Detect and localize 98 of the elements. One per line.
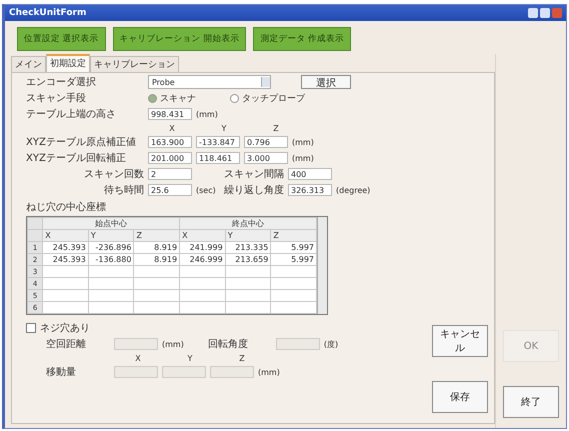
input-field[interactable]: -133.847 bbox=[196, 136, 240, 148]
field-label: 待ち時間 bbox=[103, 184, 144, 197]
input-field[interactable]: 163.900 bbox=[148, 136, 192, 148]
table-cell bbox=[180, 278, 226, 290]
input-field[interactable]: 998.431 bbox=[148, 108, 192, 120]
table-cell bbox=[134, 290, 180, 302]
input-field[interactable]: 118.461 bbox=[196, 152, 240, 164]
radio-icon[interactable] bbox=[148, 94, 157, 102]
axis-label: Y bbox=[220, 124, 228, 132]
field-label: XYZテーブル回転補正 bbox=[26, 152, 127, 165]
action-button[interactable]: 終了 bbox=[503, 386, 559, 418]
table-cell: 8.919 bbox=[134, 242, 180, 254]
unit-label: (mm) bbox=[162, 340, 184, 348]
tab[interactable]: 初期設定 bbox=[46, 54, 90, 72]
table-cell bbox=[225, 278, 271, 290]
input-field[interactable]: 326.313 bbox=[288, 184, 332, 196]
field-label: 空回距離 bbox=[46, 338, 87, 351]
table-cell bbox=[134, 302, 180, 314]
encoder-dropdown[interactable]: Probe bbox=[148, 75, 271, 89]
table-cell: -236.896 bbox=[88, 242, 134, 254]
checkbox-label: ネジ穴あり bbox=[40, 322, 90, 335]
table-cell bbox=[134, 266, 180, 278]
input-field[interactable]: 3.000 bbox=[244, 152, 288, 164]
input-field[interactable]: 0.796 bbox=[244, 136, 288, 148]
tab[interactable]: メイン bbox=[11, 56, 46, 72]
mode-button[interactable]: 測定データ 作成表示 bbox=[253, 27, 352, 51]
table-cell: 213.659 bbox=[225, 254, 271, 266]
unit-label: (mm) bbox=[292, 138, 314, 146]
unit-label: (mm) bbox=[196, 110, 218, 118]
field-label: 繰り返し角度 bbox=[223, 184, 284, 197]
table-cell bbox=[225, 290, 271, 302]
input-field[interactable]: 2 bbox=[148, 168, 192, 180]
select-button[interactable]: 選択 bbox=[301, 75, 351, 89]
table-cell bbox=[88, 302, 134, 314]
table-cell bbox=[88, 278, 134, 290]
close-icon[interactable] bbox=[552, 8, 562, 18]
table-cell bbox=[42, 290, 88, 302]
table-cell: 213.335 bbox=[225, 242, 271, 254]
maximize-icon[interactable] bbox=[540, 8, 550, 18]
input-field[interactable]: 400 bbox=[288, 168, 332, 180]
radio-option[interactable]: スキャナ bbox=[148, 92, 196, 104]
table-cell bbox=[180, 302, 226, 314]
radio-option[interactable]: タッチプローブ bbox=[230, 92, 305, 104]
table-cell bbox=[42, 302, 88, 314]
scrollbar[interactable] bbox=[317, 217, 327, 314]
table-cell bbox=[180, 266, 226, 278]
minimize-icon[interactable] bbox=[528, 8, 538, 18]
table-cell bbox=[225, 302, 271, 314]
unit-label: (度) bbox=[324, 338, 340, 350]
field-label: 回転角度 bbox=[208, 338, 249, 351]
section-label: ねじ穴の中心座標 bbox=[26, 200, 107, 214]
mode-button[interactable]: 位置設定 選択表示 bbox=[17, 27, 106, 51]
column-header: X bbox=[180, 230, 226, 242]
unit-label: (mm) bbox=[292, 154, 314, 162]
table-cell bbox=[225, 266, 271, 278]
field-label: テーブル上端の高さ bbox=[26, 108, 117, 121]
mode-button[interactable]: キャリブレーション 開始表示 bbox=[112, 27, 246, 51]
column-header: Z bbox=[270, 230, 316, 242]
tab[interactable]: キャリブレーション bbox=[90, 56, 179, 72]
field-label: スキャン間隔 bbox=[223, 168, 284, 181]
unit-label: (degree) bbox=[336, 186, 370, 194]
input-field[interactable]: 201.000 bbox=[148, 152, 192, 164]
table-cell bbox=[42, 278, 88, 290]
column-group-header: 始点中心 bbox=[42, 218, 180, 230]
table-cell bbox=[134, 278, 180, 290]
axis-label: Y bbox=[186, 354, 194, 362]
axis-label: X bbox=[134, 354, 142, 362]
table-cell: 245.393 bbox=[42, 254, 88, 266]
table-cell bbox=[180, 290, 226, 302]
table-cell: -136.880 bbox=[88, 254, 134, 266]
column-header: Y bbox=[225, 230, 271, 242]
table-cell: 246.999 bbox=[180, 254, 226, 266]
window-title: CheckUnitForm bbox=[9, 8, 86, 18]
axis-label: Z bbox=[272, 124, 280, 132]
column-header: Y bbox=[88, 230, 134, 242]
field-label: スキャン手段 bbox=[26, 92, 87, 105]
field-label: XYZテーブル原点補正値 bbox=[26, 136, 137, 149]
axis-label: Z bbox=[238, 354, 246, 362]
table-cell: 245.393 bbox=[42, 242, 88, 254]
input-field[interactable]: 25.6 bbox=[148, 184, 192, 196]
table-cell: 241.999 bbox=[180, 242, 226, 254]
table-cell bbox=[88, 266, 134, 278]
unit-label: (mm) bbox=[258, 368, 280, 376]
action-button[interactable]: 保存 bbox=[432, 381, 488, 413]
action-button[interactable]: キャンセル bbox=[432, 325, 488, 357]
table-cell bbox=[88, 290, 134, 302]
column-header: X bbox=[42, 230, 88, 242]
checkbox[interactable] bbox=[26, 323, 36, 333]
table-cell bbox=[42, 266, 88, 278]
field-label: 移動量 bbox=[46, 366, 77, 379]
column-header: Z bbox=[134, 230, 180, 242]
axis-label: X bbox=[168, 124, 176, 132]
radio-icon[interactable] bbox=[230, 94, 239, 102]
field-label: エンコーダ選択 bbox=[26, 76, 97, 89]
field-label: スキャン回数 bbox=[83, 168, 144, 181]
unit-label: (sec) bbox=[196, 186, 216, 194]
table-cell: 8.919 bbox=[134, 254, 180, 266]
column-group-header: 終点中心 bbox=[180, 218, 316, 230]
